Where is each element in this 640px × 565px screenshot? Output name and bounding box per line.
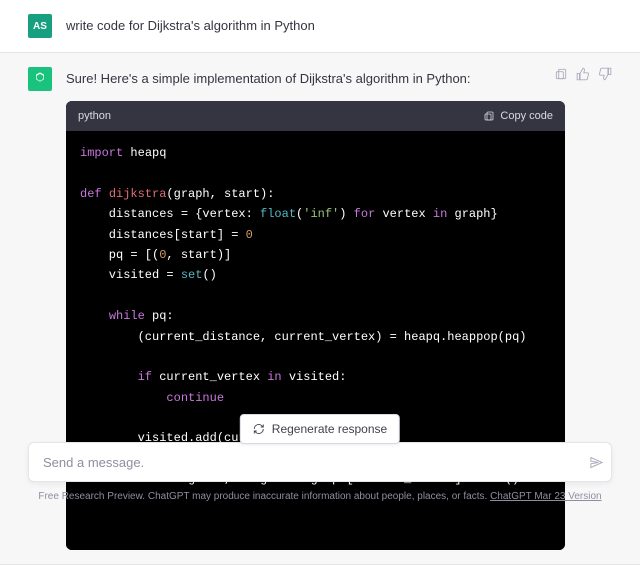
thumbs-down-icon [598, 67, 612, 81]
footer-text: Free Research Preview. ChatGPT may produ… [0, 491, 640, 502]
user-avatar: AS [28, 14, 52, 38]
openai-icon [32, 71, 48, 87]
user-message: AS write code for Dijkstra's algorithm i… [0, 0, 640, 52]
send-button[interactable] [581, 455, 611, 470]
thumbs-up-icon [576, 67, 590, 81]
refresh-icon [253, 423, 265, 435]
thumbs-up-button[interactable] [576, 67, 590, 84]
message-input[interactable] [29, 455, 581, 470]
assistant-text: Sure! Here's a simple implementation of … [66, 69, 565, 89]
send-icon [589, 455, 604, 470]
feedback-bar [554, 67, 612, 84]
regenerate-button[interactable]: Regenerate response [240, 414, 400, 444]
copy-button[interactable] [554, 67, 568, 84]
footer-link[interactable]: ChatGPT Mar 23 Version [490, 491, 602, 502]
copy-code-button[interactable]: Copy code [483, 108, 553, 125]
code-lang-label: python [78, 108, 111, 125]
clipboard-icon [483, 110, 495, 122]
regenerate-label: Regenerate response [272, 422, 387, 436]
code-header: python Copy code [66, 101, 565, 132]
assistant-avatar [28, 67, 52, 91]
message-input-bar [28, 442, 612, 482]
code-block: python Copy code import heapq def dijkst… [66, 101, 565, 550]
clipboard-icon [554, 67, 568, 81]
code-content: import heapq def dijkstra(graph, start):… [66, 131, 565, 550]
thumbs-down-button[interactable] [598, 67, 612, 84]
copy-code-label: Copy code [500, 108, 553, 125]
assistant-message: Sure! Here's a simple implementation of … [0, 52, 640, 565]
user-text: write code for Dijkstra's algorithm in P… [66, 14, 612, 36]
